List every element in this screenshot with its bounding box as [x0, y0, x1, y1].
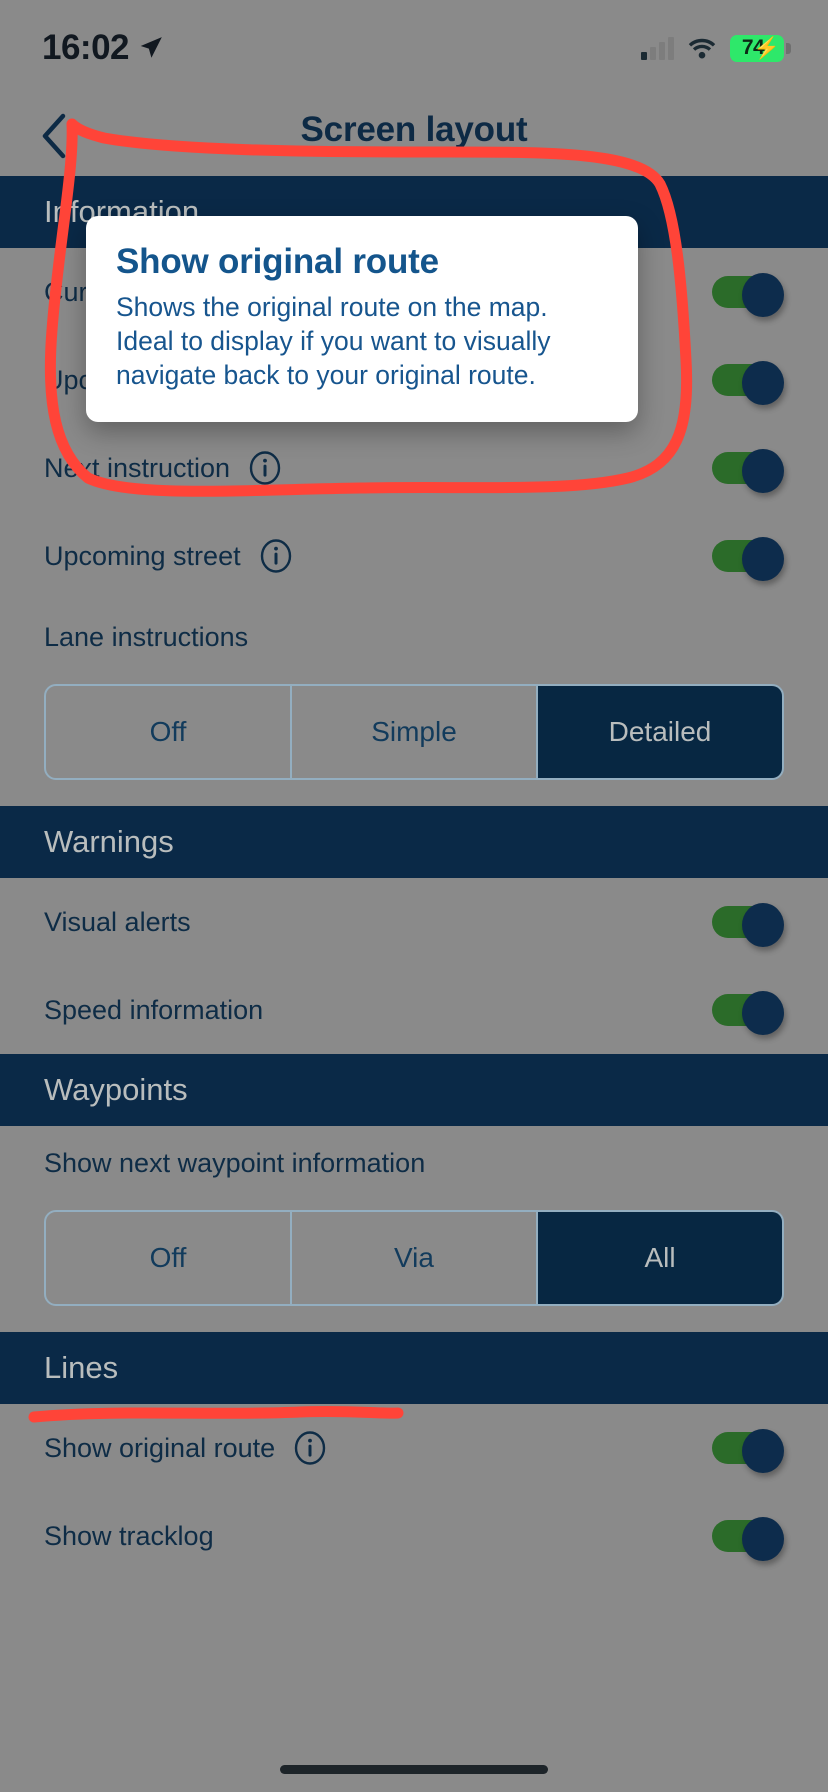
toggle-knob	[742, 903, 784, 947]
row-show-original-route[interactable]: Show original route	[0, 1404, 828, 1492]
row-label: Visual alerts	[44, 906, 191, 937]
row-lane-instructions-label: Lane instructions	[0, 600, 828, 674]
home-indicator	[280, 1765, 548, 1774]
toggle-speed-information[interactable]	[712, 991, 784, 1035]
toggle-show-tracklog[interactable]	[712, 1517, 784, 1561]
section-header-waypoints: Waypoints	[0, 1054, 828, 1126]
toggle-knob	[742, 1517, 784, 1561]
tooltip-body: Shows the original route on the map. Ide…	[116, 292, 551, 390]
row-label: Next instruction	[44, 452, 231, 483]
waypoint-control-wrap: Off Via All	[0, 1200, 828, 1332]
row-speed-information[interactable]: Speed information	[0, 966, 828, 1054]
row-label: Speed information	[44, 994, 264, 1025]
row-visual-alerts[interactable]: Visual alerts	[0, 878, 828, 966]
page-title: Screen layout	[300, 110, 528, 149]
row-upcoming-street[interactable]: Upcoming street	[0, 512, 828, 600]
status-bar-clock: 16:02	[42, 28, 130, 67]
charging-bolt-icon: ⚡	[753, 36, 780, 60]
lane-instructions-control-wrap: Off Simple Detailed	[0, 674, 828, 806]
toggle-knob	[742, 449, 784, 493]
toggle-knob	[742, 1429, 784, 1473]
toggle-knob	[742, 361, 784, 405]
info-icon[interactable]	[248, 451, 282, 485]
waypoint-info-label: Show next waypoint information	[44, 1147, 426, 1178]
toggle-next-instruction[interactable]	[712, 449, 784, 493]
lane-instructions-label: Lane instructions	[44, 621, 249, 652]
row-show-tracklog[interactable]: Show tracklog	[0, 1492, 828, 1580]
toggle-current-street[interactable]	[712, 273, 784, 317]
toggle-knob	[742, 537, 784, 581]
segment-lane-off[interactable]: Off	[46, 686, 292, 778]
row-label: Upcoming street	[44, 540, 241, 571]
row-label: Show original route	[44, 1432, 276, 1463]
segment-waypoint-all[interactable]: All	[538, 1212, 782, 1304]
segment-lane-simple[interactable]: Simple	[292, 686, 538, 778]
segmented-lane-instructions[interactable]: Off Simple Detailed	[44, 684, 784, 780]
row-label: Show tracklog	[44, 1520, 214, 1551]
toggle-upcoming-street[interactable]	[712, 537, 784, 581]
segment-lane-detailed[interactable]: Detailed	[538, 686, 782, 778]
segment-waypoint-off[interactable]: Off	[46, 1212, 292, 1304]
toggle-knob	[742, 273, 784, 317]
info-tooltip-popup[interactable]: Show original route Shows the original r…	[86, 216, 638, 422]
info-icon[interactable]	[259, 539, 293, 573]
location-arrow-icon	[140, 37, 162, 58]
section-header-lines: Lines	[0, 1332, 828, 1404]
tooltip-title: Show original route	[116, 242, 439, 281]
status-bar-left: 16:02	[42, 28, 164, 68]
status-bar: 16:02 74 ⚡	[0, 0, 828, 96]
row-next-instruction[interactable]: Next instruction	[0, 424, 828, 512]
segmented-waypoint-info[interactable]: Off Via All	[44, 1210, 784, 1306]
toggle-knob	[742, 991, 784, 1035]
segment-waypoint-via[interactable]: Via	[292, 1212, 538, 1304]
info-icon[interactable]	[293, 1431, 327, 1465]
phone-screen: 16:02 74 ⚡ Screen layout Information Nex…	[0, 0, 828, 1792]
toggle-show-original-route[interactable]	[712, 1429, 784, 1473]
wifi-icon	[688, 38, 716, 59]
toggle-upcoming-turn[interactable]	[712, 361, 784, 405]
section-header-warnings: Warnings	[0, 806, 828, 878]
battery-indicator: 74 ⚡	[730, 34, 791, 62]
cellular-bars-icon	[641, 36, 674, 60]
row-waypoint-info-label: Show next waypoint information	[0, 1126, 828, 1200]
status-bar-right: 74 ⚡	[641, 34, 791, 62]
navigation-bar: Screen layout	[0, 96, 828, 176]
toggle-visual-alerts[interactable]	[712, 903, 784, 947]
